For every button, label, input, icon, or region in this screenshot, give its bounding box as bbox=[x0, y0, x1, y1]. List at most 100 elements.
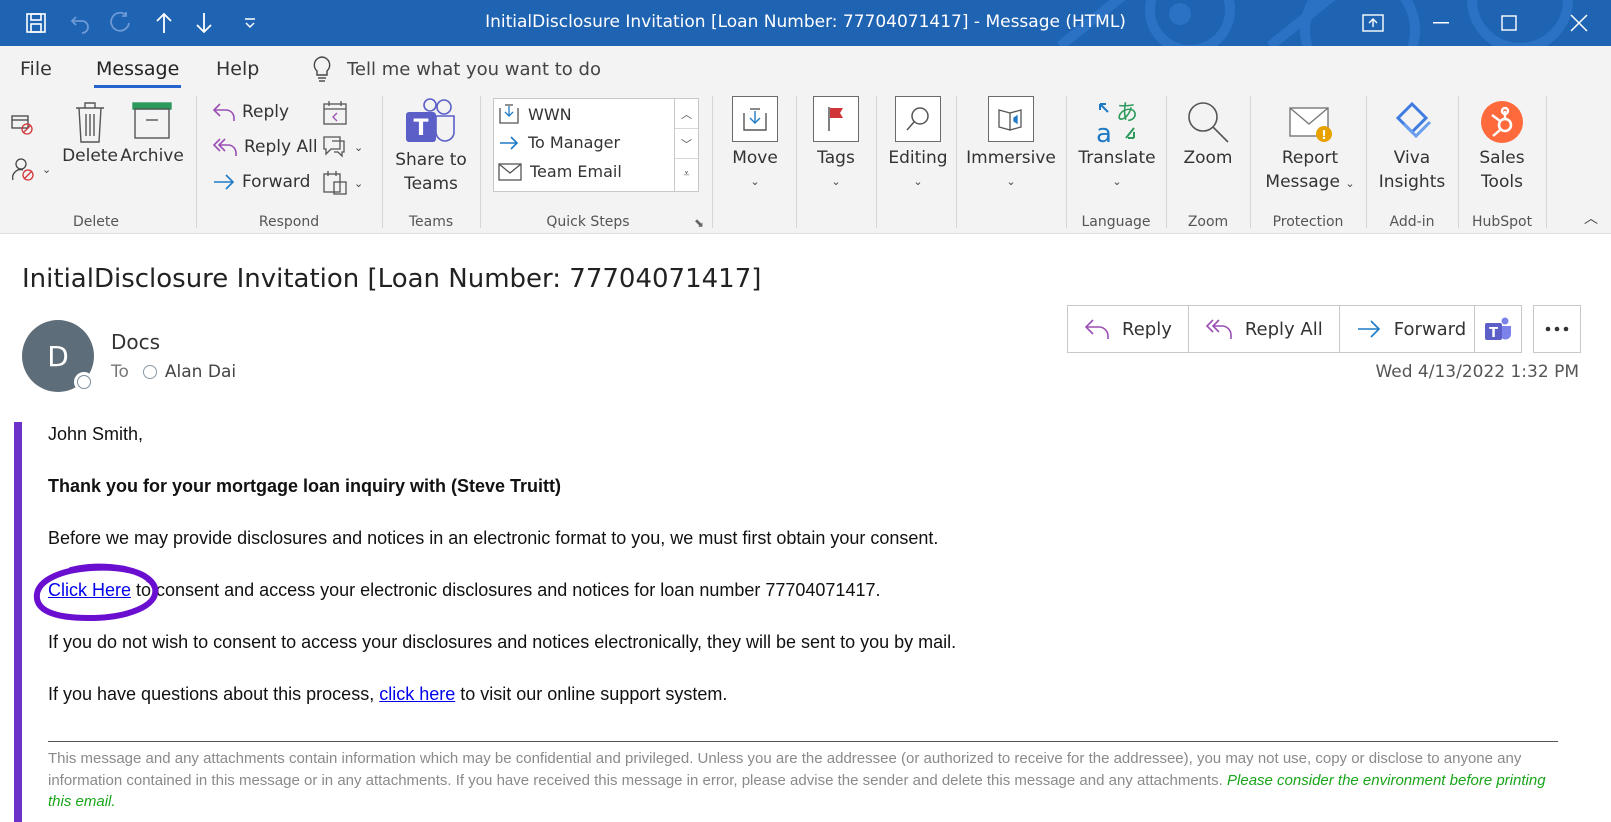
close-icon[interactable] bbox=[1547, 0, 1611, 46]
viva-insights-label-2: Insights bbox=[1378, 172, 1446, 192]
tags-label: Tags bbox=[817, 148, 855, 168]
support-link[interactable]: click here bbox=[379, 684, 455, 704]
ribbon-separator bbox=[382, 96, 383, 228]
move-label: Move bbox=[732, 148, 778, 168]
quick-step-wwn[interactable]: WWN bbox=[498, 103, 572, 125]
consent-line-text: to consent and access your electronic di… bbox=[131, 580, 881, 600]
confidentiality-disclaimer: This message and any attachments contain… bbox=[48, 748, 1558, 813]
move-button[interactable]: Move ⌄ bbox=[725, 96, 785, 194]
translate-button[interactable]: aあ Translate ⌄ bbox=[1074, 98, 1160, 194]
editing-label: Editing bbox=[888, 148, 948, 168]
ribbon-reply-button[interactable]: Reply bbox=[212, 102, 289, 122]
ignore-icon bbox=[11, 115, 33, 135]
greeting: John Smith, bbox=[48, 424, 144, 444]
more-actions-button[interactable] bbox=[1533, 305, 1581, 353]
reply-all-label: Reply All bbox=[1244, 318, 1323, 340]
editing-button[interactable]: Editing ⌄ bbox=[884, 96, 952, 194]
quick-step-team-email[interactable]: Team Email bbox=[498, 162, 622, 181]
tell-me-text: Tell me what you want to do bbox=[347, 58, 601, 80]
teams-icon: T bbox=[406, 98, 455, 142]
move-dropdown-icon: ⌄ bbox=[750, 175, 760, 188]
presence-status-icon bbox=[74, 372, 94, 392]
zoom-button[interactable]: Zoom bbox=[1176, 98, 1240, 170]
menu-bar: File Message Help Tell me what you want … bbox=[0, 46, 1611, 90]
tags-dropdown-icon: ⌄ bbox=[831, 175, 841, 188]
group-label-protection: Protection bbox=[1272, 214, 1344, 230]
group-label-add-in: Add-in bbox=[1389, 214, 1435, 230]
quick-step-to-manager-label: To Manager bbox=[528, 133, 621, 152]
immersive-label: Immersive bbox=[966, 148, 1056, 168]
more-respond-button[interactable]: ⌄ bbox=[322, 170, 363, 196]
ribbon-separator bbox=[1066, 96, 1067, 228]
im-reply-dropdown-icon: ⌄ bbox=[354, 140, 364, 154]
ribbon-reply-all-label: Reply All bbox=[244, 137, 318, 157]
ribbon-separator bbox=[712, 96, 713, 228]
group-label-quick-steps: Quick Steps bbox=[546, 214, 630, 230]
maximize-icon[interactable] bbox=[1477, 0, 1541, 46]
svg-text:T: T bbox=[413, 116, 428, 141]
svg-text:!: ! bbox=[1321, 128, 1326, 142]
ribbon-separator bbox=[480, 96, 481, 228]
translate-label: Translate bbox=[1078, 148, 1156, 168]
expand-gallery-icon[interactable]: ⩡ bbox=[675, 159, 698, 189]
delete-button[interactable]: Delete bbox=[62, 100, 118, 168]
collapse-ribbon-icon[interactable]: ︿ bbox=[1584, 208, 1598, 228]
tags-button[interactable]: Tags ⌄ bbox=[806, 96, 866, 194]
editing-dropdown-icon: ⌄ bbox=[913, 175, 923, 188]
report-message-label-2: Message ⌄ bbox=[1265, 172, 1355, 192]
ribbon-separator bbox=[1546, 96, 1547, 228]
viva-insights-button[interactable]: Viva Insights bbox=[1374, 98, 1450, 194]
scroll-up-icon[interactable]: ︿ bbox=[675, 99, 698, 129]
recipient-name[interactable]: Alan Dai bbox=[165, 362, 236, 382]
archive-icon bbox=[132, 102, 172, 139]
scroll-down-icon[interactable]: ﹀ bbox=[675, 129, 698, 159]
reply-button[interactable]: Reply bbox=[1068, 306, 1189, 352]
viva-insights-icon bbox=[1395, 101, 1432, 139]
tell-me-search[interactable]: Tell me what you want to do bbox=[313, 56, 601, 82]
ribbon-separator bbox=[196, 96, 197, 228]
restore-ribbon-icon[interactable] bbox=[1341, 0, 1405, 46]
junk-button[interactable]: ⌄ bbox=[10, 156, 51, 182]
archive-button[interactable]: Archive bbox=[120, 100, 184, 168]
immersive-button[interactable]: Immersive ⌄ bbox=[966, 96, 1056, 194]
sales-tools-button[interactable]: Sales Tools bbox=[1466, 98, 1538, 194]
meeting-button[interactable] bbox=[322, 100, 348, 126]
share-to-teams-button[interactable]: T Share to Teams bbox=[392, 98, 470, 196]
ignore-button[interactable] bbox=[10, 114, 36, 136]
ribbon-reply-all-button[interactable]: Reply All bbox=[212, 137, 318, 157]
im-reply-button[interactable]: ⌄ bbox=[322, 135, 363, 159]
svg-text:a: a bbox=[1096, 119, 1112, 146]
ribbon-reply-label: Reply bbox=[242, 102, 290, 122]
more-respond-icon bbox=[323, 171, 347, 195]
reply-all-button[interactable]: Reply All bbox=[1189, 306, 1340, 352]
forward-button[interactable]: Forward bbox=[1340, 306, 1482, 352]
forward-icon bbox=[1357, 320, 1380, 338]
minimize-icon[interactable] bbox=[1409, 0, 1473, 46]
sender-name[interactable]: Docs bbox=[111, 330, 160, 354]
tab-file[interactable]: File bbox=[20, 58, 52, 80]
consent-line: Click Here to consent and access your el… bbox=[48, 580, 880, 601]
zoom-label: Zoom bbox=[1183, 148, 1233, 168]
immersive-dropdown-icon: ⌄ bbox=[1006, 175, 1016, 188]
svg-text:あ: あ bbox=[1116, 101, 1138, 126]
annotation-circle bbox=[33, 563, 159, 622]
thank-you-line: Thank you for your mortgage loan inquiry… bbox=[48, 476, 562, 496]
sales-tools-label-2: Tools bbox=[1481, 172, 1523, 192]
teams-chat-button[interactable]: T bbox=[1474, 305, 1522, 353]
group-label-delete: Delete bbox=[73, 214, 119, 230]
hubspot-icon bbox=[1481, 101, 1523, 143]
forward-icon bbox=[214, 174, 235, 190]
immersive-reader-icon bbox=[988, 96, 1034, 142]
quick-step-to-manager[interactable]: To Manager bbox=[498, 133, 620, 152]
tab-message[interactable]: Message bbox=[93, 58, 182, 88]
more-options-icon bbox=[1545, 326, 1569, 332]
share-to-teams-label-2: Teams bbox=[404, 174, 458, 194]
envelope-icon bbox=[498, 162, 522, 181]
ribbon-separator bbox=[796, 96, 797, 228]
forward-arrow-icon bbox=[500, 135, 519, 150]
tab-help[interactable]: Help bbox=[216, 58, 259, 80]
dialog-launcher-icon[interactable]: ⬊ bbox=[694, 216, 704, 230]
ribbon-forward-button[interactable]: Forward bbox=[212, 172, 310, 192]
message-action-bar: Reply Reply All Forward bbox=[1067, 305, 1484, 353]
report-message-button[interactable]: ! Report Message ⌄ bbox=[1262, 98, 1358, 196]
